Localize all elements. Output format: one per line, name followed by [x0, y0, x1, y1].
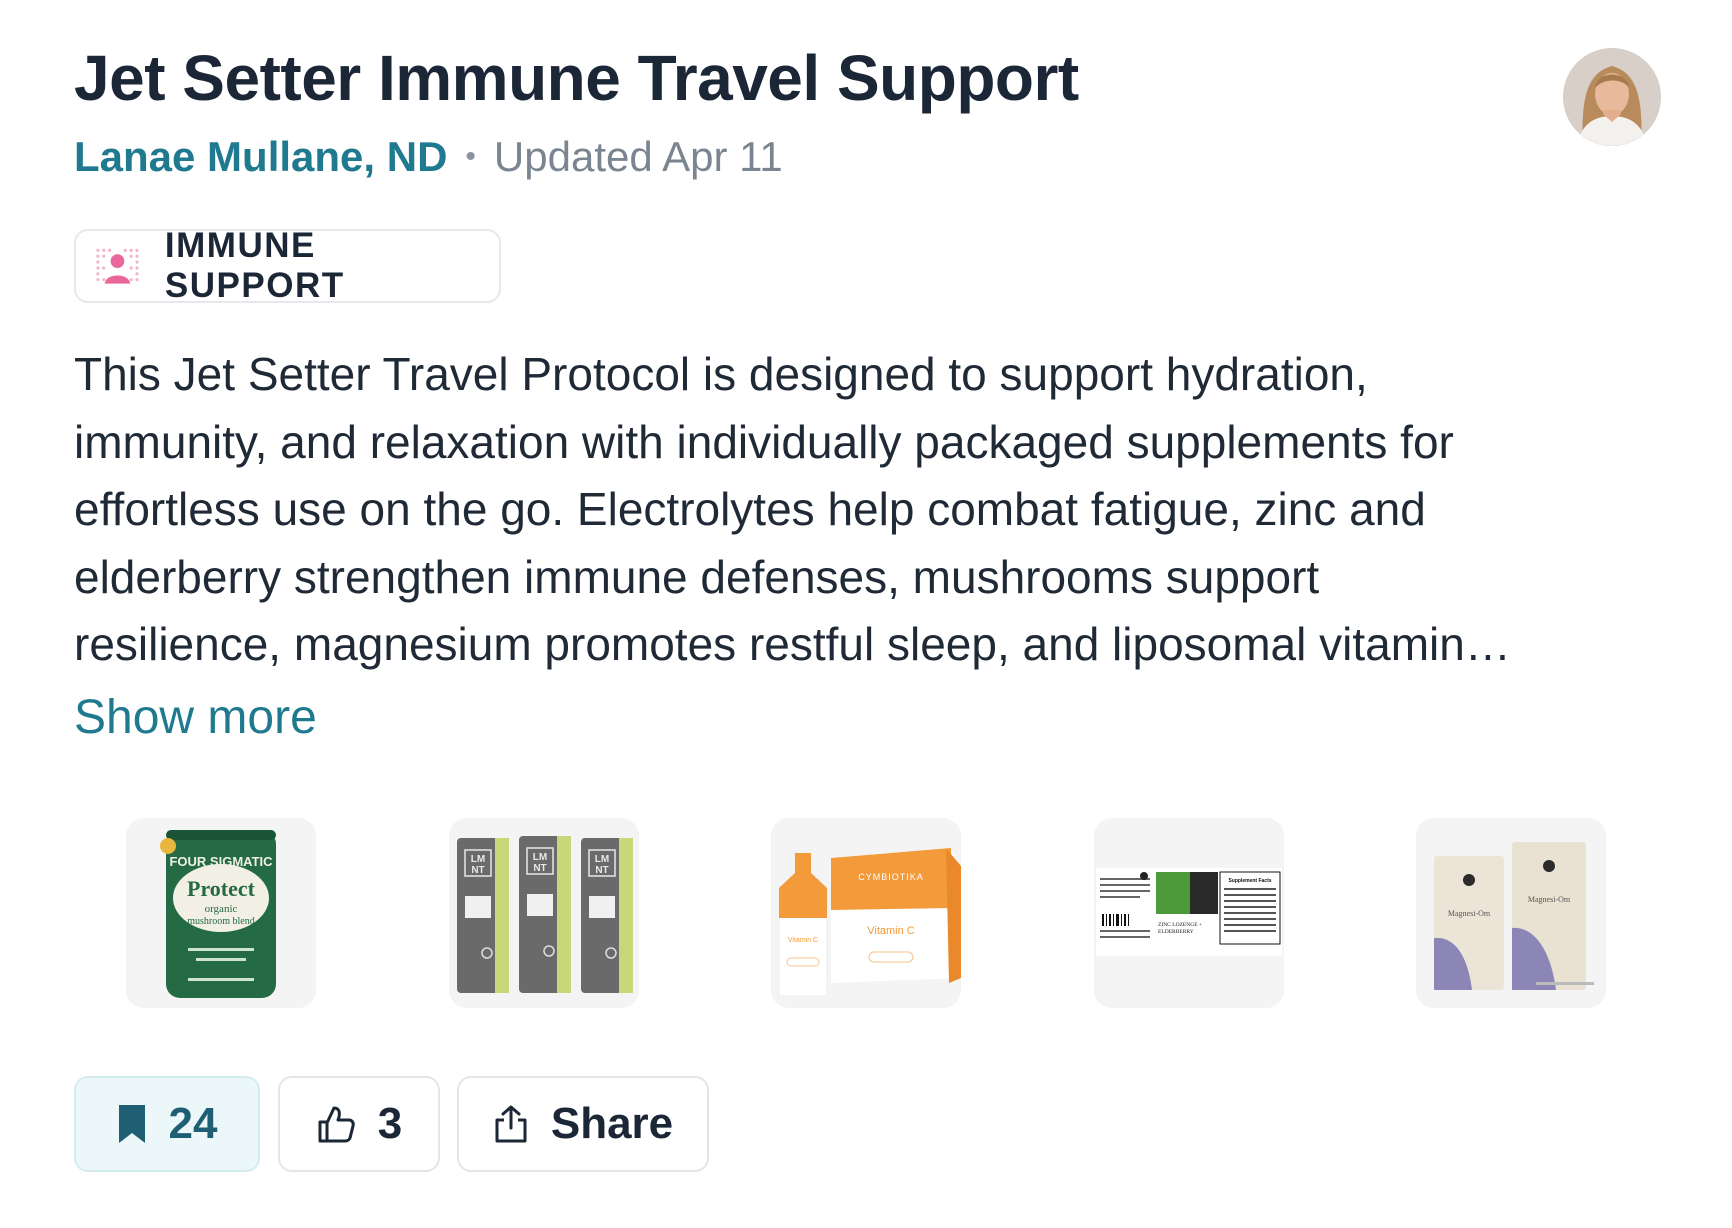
product-label: NT	[471, 865, 484, 876]
protocol-meta: Lanae Mullane, ND • Updated Apr 11	[74, 132, 783, 182]
bookmark-icon	[118, 1105, 145, 1143]
product-label: LM	[471, 854, 485, 865]
save-button[interactable]: 24	[74, 1076, 260, 1172]
product-label: FOUR SIGMATIC	[169, 854, 273, 869]
protocol-description: This Jet Setter Travel Protocol is desig…	[74, 341, 1674, 679]
product-label: NT	[533, 863, 546, 874]
product-image: Supplement Facts ZINC LOZENGE + ELDERBER…	[1094, 818, 1284, 1008]
product-label: Magnesi-Om	[1448, 909, 1491, 918]
product-label: CYMBIOTIKA	[858, 872, 924, 882]
product-label: Vitamin C	[867, 925, 915, 937]
save-count: 24	[168, 1099, 218, 1148]
product-thumbnail-zinc-lozenge[interactable]: Supplement Facts ZINC LOZENGE + ELDERBER…	[1094, 818, 1284, 1008]
product-label: mushroom blend	[187, 916, 255, 927]
product-label: ZINC LOZENGE +	[1158, 922, 1202, 928]
protocol-card: Jet Setter Immune Travel Support Lanae M…	[0, 0, 1732, 1228]
product-image: Magnesi-Om Magnesi-Om	[1416, 818, 1606, 1008]
product-label: LM	[533, 852, 547, 863]
like-button[interactable]: 3	[278, 1076, 440, 1172]
product-label: ELDERBERRY	[1158, 929, 1194, 935]
share-label: Share	[550, 1099, 674, 1148]
product-label: Protect	[187, 876, 256, 901]
thumbs-up-icon	[318, 1106, 355, 1143]
share-button[interactable]: Share	[457, 1076, 709, 1172]
share-icon	[495, 1105, 527, 1143]
description-line: resilience, magnesium promotes restful s…	[74, 618, 1511, 670]
product-image: FOUR SIGMATIC Protect organic mushroom b…	[126, 818, 316, 1008]
product-thumbnail-cymbiotika-vitamin-c[interactable]: CYMBIOTIKA Vitamin C Vitamin C	[771, 818, 961, 1008]
product-thumbnail-four-sigmatic[interactable]: FOUR SIGMATIC Protect organic mushroom b…	[126, 818, 316, 1008]
description-line: effortless use on the go. Electrolytes h…	[74, 483, 1426, 535]
updated-date: Updated Apr 11	[493, 133, 783, 180]
author-avatar[interactable]	[1563, 48, 1661, 146]
description-line: immunity, and relaxation with individual…	[74, 415, 1454, 468]
product-label: organic	[205, 903, 238, 915]
meta-separator: •	[465, 140, 476, 173]
product-thumbnail-lmnt[interactable]: LM NT LM NT LM NT	[449, 818, 639, 1008]
person-dots-icon	[96, 248, 139, 284]
product-image: CYMBIOTIKA Vitamin C Vitamin C	[771, 818, 961, 1008]
product-image: LM NT LM NT LM NT	[449, 818, 639, 1008]
show-more-link[interactable]: Show more	[74, 690, 317, 745]
product-label: NT	[595, 865, 608, 876]
description-line: elderberry strengthen immune defenses, m…	[74, 550, 1320, 603]
product-label: Vitamin C	[788, 937, 818, 944]
description-line: This Jet Setter Travel Protocol is desig…	[74, 348, 1368, 400]
protocol-title: Jet Setter Immune Travel Support	[74, 42, 1079, 114]
product-label: Supplement Facts	[1228, 878, 1271, 884]
product-thumbnail-magnesi-om[interactable]: Magnesi-Om Magnesi-Om	[1416, 818, 1606, 1008]
category-tag-label: IMMUNE SUPPORT	[164, 226, 345, 305]
like-count: 3	[377, 1099, 403, 1148]
product-label: Magnesi-Om	[1528, 895, 1571, 904]
product-label: LM	[595, 854, 609, 865]
author-link[interactable]: Lanae Mullane, ND	[74, 133, 447, 181]
category-tag[interactable]: IMMUNE SUPPORT	[74, 226, 501, 305]
